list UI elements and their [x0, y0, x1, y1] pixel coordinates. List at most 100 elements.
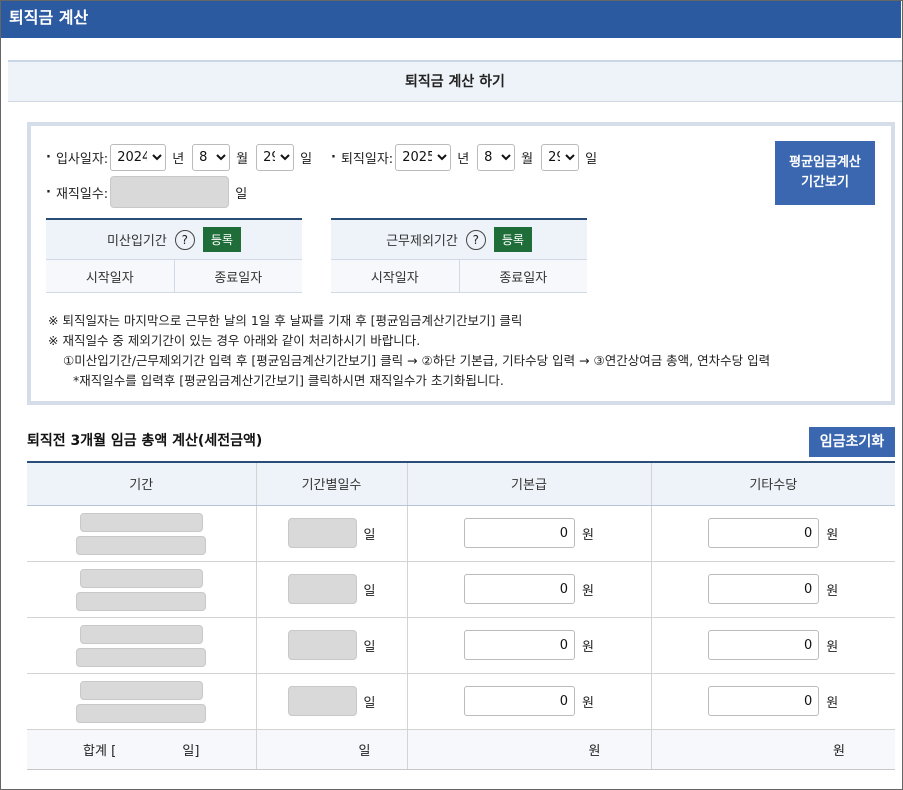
period-end-field: [76, 592, 207, 611]
unpaid-period-columns: 시작일자 종료일자: [46, 260, 302, 293]
allowance-input[interactable]: [708, 686, 820, 716]
period-cell: [27, 561, 256, 618]
period-days-field[interactable]: [287, 630, 357, 660]
days-cell: 일: [255, 505, 407, 562]
column-header-base-pay: 기본급: [406, 461, 651, 506]
won-unit: 원: [833, 743, 845, 759]
period-cell: [27, 673, 256, 730]
period-days-field[interactable]: [287, 574, 357, 604]
allowance-cell: 원: [650, 673, 895, 730]
note-line: *재직일수를 입력후 [평균임금계산기간보기] 클릭하시면 재직일수가 초기화됩…: [73, 373, 504, 388]
unpaid-register-button[interactable]: 등록: [202, 227, 241, 252]
base-pay-cell: 원: [406, 673, 651, 730]
period-start-field: [79, 569, 203, 588]
note-line: ※ 퇴직일자는 마지막으로 근무한 날의 1일 후 날짜를 기재 후 [평균임금…: [48, 313, 523, 328]
days-unit: 일: [358, 743, 371, 759]
base-pay-input[interactable]: [464, 686, 576, 716]
allowance-cell: 원: [650, 505, 895, 562]
help-icon[interactable]: ?: [174, 229, 195, 250]
table-row: 일 원 원: [27, 617, 895, 674]
period-end-field: [76, 536, 207, 555]
days-unit: 일: [363, 639, 376, 655]
period-days-field[interactable]: [287, 518, 357, 548]
tenure-days-field[interactable]: [110, 176, 230, 208]
won-unit: 원: [582, 639, 594, 655]
column-header-period: 기간: [27, 461, 256, 506]
window-title: 퇴직금 계산: [1, 1, 901, 38]
section-header: 퇴직금 계산 하기: [8, 60, 902, 102]
end-date-header: 종료일자: [174, 260, 302, 292]
base-pay-input[interactable]: [464, 574, 576, 604]
help-icon[interactable]: ?: [465, 229, 486, 250]
table-header-row: 기간 기간별일수 기본급 기타수당: [27, 461, 895, 506]
won-unit: 원: [826, 527, 839, 543]
tenure-row: · 재직일수: 일: [46, 176, 247, 208]
allowance-input[interactable]: [708, 518, 820, 548]
won-unit: 원: [588, 743, 601, 759]
won-unit: 원: [826, 583, 839, 599]
retire-year-select[interactable]: 2025: [395, 144, 452, 171]
allowance-input[interactable]: [708, 574, 820, 604]
period-cell: [27, 617, 256, 674]
bullet: ·: [46, 150, 51, 165]
won-unit: 원: [582, 527, 594, 543]
won-unit: 원: [826, 639, 839, 655]
period-cell: [27, 505, 256, 562]
retire-date-row: · 퇴직일자: 2025 년 8 월 29 일: [331, 144, 605, 171]
bullet: ·: [331, 150, 336, 165]
reset-wage-button[interactable]: 임금초기화: [809, 427, 895, 457]
table-row: 일 원 원: [27, 561, 895, 618]
won-unit: 원: [826, 695, 839, 711]
hire-date-label: 입사일자:: [55, 152, 109, 167]
year-unit: 년: [457, 152, 470, 167]
days-unit: 일: [363, 583, 376, 599]
input-panel: · 입사일자: 2024 년 8 월 29 일 · 퇴직일자: 2025 년 8…: [27, 122, 895, 405]
total-label-close: 일]: [182, 743, 200, 759]
hire-year-select[interactable]: 2024: [110, 144, 167, 171]
excluded-period-title: 근무제외기간: [386, 234, 458, 249]
wage-section-title: 퇴직전 3개월 임금 총액 계산(세전금액): [27, 433, 263, 449]
total-label-cell: 합계 [ 일]: [27, 729, 256, 770]
allowance-cell: 원: [650, 617, 895, 674]
excluded-period-columns: 시작일자 종료일자: [331, 260, 587, 293]
table-row: 일 원 원: [27, 673, 895, 730]
month-unit: 월: [521, 152, 534, 167]
button-line1: 평균임금계산: [789, 155, 861, 170]
base-pay-cell: 원: [406, 505, 651, 562]
average-wage-period-button[interactable]: 평균임금계산 기간보기: [775, 141, 875, 205]
total-base-cell: 원: [406, 729, 651, 770]
period-start-field: [79, 513, 203, 532]
note-line: ①미산입기간/근무제외기간 입력 후 [평균임금계산기간보기] 클릭 → ②하단…: [63, 353, 771, 368]
retire-month-select[interactable]: 8: [477, 144, 516, 171]
retire-day-select[interactable]: 29: [541, 144, 580, 171]
unpaid-period-title: 미산입기간: [107, 234, 167, 249]
allowance-cell: 원: [650, 561, 895, 618]
excluded-register-button[interactable]: 등록: [493, 227, 532, 252]
base-pay-input[interactable]: [464, 630, 576, 660]
retire-date-label: 퇴직일자:: [340, 152, 394, 167]
won-unit: 원: [582, 695, 594, 711]
column-header-allowance: 기타수당: [650, 461, 895, 506]
hire-month-select[interactable]: 8: [192, 144, 231, 171]
unpaid-period-panel: 미산입기간 ? 등록 시작일자 종료일자: [46, 218, 302, 293]
base-pay-input[interactable]: [464, 518, 576, 548]
total-days-cell: 일: [255, 729, 407, 770]
hire-day-select[interactable]: 29: [256, 144, 295, 171]
days-cell: 일: [255, 561, 407, 618]
bullet: ·: [46, 184, 51, 200]
day-unit: 일: [300, 152, 313, 167]
start-date-header: 시작일자: [46, 260, 175, 292]
days-cell: 일: [255, 673, 407, 730]
button-line2: 기간보기: [801, 175, 849, 190]
note-line: ※ 재직일수 중 제외기간이 있는 경우 아래와 같이 처리하시기 바랍니다.: [48, 333, 421, 348]
allowance-input[interactable]: [708, 630, 820, 660]
days-cell: 일: [255, 617, 407, 674]
wage-table: 기간 기간별일수 기본급 기타수당 일 원 원 일 원 원: [27, 461, 895, 770]
days-unit: 일: [363, 695, 376, 711]
period-days-field[interactable]: [287, 686, 357, 716]
tenure-label: 재직일수:: [55, 186, 109, 202]
table-row: 일 원 원: [27, 505, 895, 562]
days-unit: 일: [363, 527, 376, 543]
period-end-field: [76, 704, 207, 723]
won-unit: 원: [582, 583, 594, 599]
